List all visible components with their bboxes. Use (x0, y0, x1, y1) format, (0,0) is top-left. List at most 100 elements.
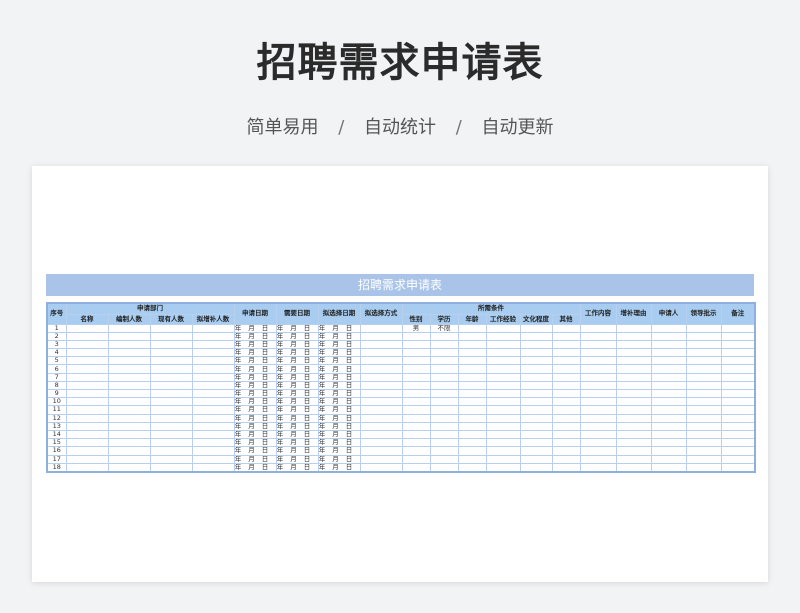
cell-gender[interactable] (401, 380, 431, 391)
cell-gender[interactable] (401, 429, 431, 440)
cell-education[interactable] (429, 388, 459, 399)
cell-dept[interactable] (107, 405, 151, 415)
cell-dept[interactable] (191, 438, 235, 448)
cell-dept[interactable] (107, 364, 151, 374)
cell-education[interactable] (429, 405, 459, 415)
cell-info[interactable] (650, 323, 687, 333)
cell-info[interactable] (720, 421, 756, 431)
cell-condition[interactable] (485, 429, 521, 440)
cell-gender[interactable] (401, 331, 431, 341)
cell-info[interactable] (579, 323, 617, 333)
cell-date[interactable]: 年月日 (317, 388, 361, 399)
cell-select-method[interactable] (359, 413, 403, 423)
cell-info[interactable] (685, 454, 722, 464)
cell-condition[interactable] (551, 348, 581, 358)
cell-dept[interactable] (191, 429, 235, 440)
cell-info[interactable] (685, 397, 722, 407)
cell-condition[interactable] (519, 339, 553, 350)
cell-education[interactable] (429, 429, 459, 440)
cell-date[interactable]: 年月日 (275, 356, 319, 366)
cell-date[interactable]: 年月日 (233, 348, 277, 358)
cell-info[interactable] (720, 356, 756, 366)
cell-education[interactable] (429, 462, 459, 473)
cell-education[interactable] (429, 454, 459, 464)
cell-dept[interactable] (107, 356, 151, 366)
cell-gender[interactable] (401, 388, 431, 399)
cell-date[interactable]: 年月日 (233, 331, 277, 341)
cell-dept[interactable] (149, 421, 193, 431)
cell-dept[interactable] (149, 364, 193, 374)
cell-gender[interactable] (401, 372, 431, 382)
cell-condition[interactable] (457, 397, 487, 407)
cell-education[interactable] (429, 446, 459, 456)
cell-date[interactable]: 年月日 (233, 413, 277, 423)
cell-dept[interactable] (149, 446, 193, 456)
cell-info[interactable] (685, 446, 722, 456)
cell-dept[interactable] (65, 438, 109, 448)
cell-select-method[interactable] (359, 380, 403, 391)
cell-dept[interactable] (191, 421, 235, 431)
cell-info[interactable] (685, 372, 722, 382)
cell-condition[interactable] (519, 405, 553, 415)
cell-date[interactable]: 年月日 (317, 429, 361, 440)
cell-dept[interactable] (149, 462, 193, 473)
cell-info[interactable] (685, 364, 722, 374)
cell-date[interactable]: 年月日 (233, 454, 277, 464)
cell-gender[interactable] (401, 397, 431, 407)
cell-condition[interactable] (457, 446, 487, 456)
cell-dept[interactable] (149, 454, 193, 464)
cell-condition[interactable] (485, 454, 521, 464)
cell-education[interactable] (429, 397, 459, 407)
cell-date[interactable]: 年月日 (233, 429, 277, 440)
cell-dept[interactable] (65, 323, 109, 333)
cell-date[interactable]: 年月日 (275, 380, 319, 391)
cell-dept[interactable] (65, 421, 109, 431)
cell-education[interactable] (429, 413, 459, 423)
cell-date[interactable]: 年月日 (233, 446, 277, 456)
cell-education[interactable] (429, 372, 459, 382)
cell-date[interactable]: 年月日 (275, 397, 319, 407)
cell-info[interactable] (720, 446, 756, 456)
cell-info[interactable] (685, 339, 722, 350)
cell-info[interactable] (650, 429, 687, 440)
cell-dept[interactable] (191, 323, 235, 333)
cell-condition[interactable] (551, 429, 581, 440)
cell-education[interactable] (429, 438, 459, 448)
cell-info[interactable] (650, 372, 687, 382)
cell-condition[interactable] (551, 380, 581, 391)
cell-condition[interactable] (551, 438, 581, 448)
cell-date[interactable]: 年月日 (275, 331, 319, 341)
cell-date[interactable]: 年月日 (317, 339, 361, 350)
cell-condition[interactable] (485, 397, 521, 407)
cell-info[interactable] (615, 339, 652, 350)
cell-info[interactable] (650, 421, 687, 431)
cell-date[interactable]: 年月日 (233, 356, 277, 366)
cell-dept[interactable] (191, 364, 235, 374)
cell-condition[interactable] (519, 388, 553, 399)
cell-info[interactable] (720, 413, 756, 423)
cell-date[interactable]: 年月日 (275, 446, 319, 456)
cell-date[interactable]: 年月日 (233, 438, 277, 448)
cell-dept[interactable] (65, 454, 109, 464)
cell-select-method[interactable] (359, 323, 403, 333)
cell-condition[interactable] (551, 405, 581, 415)
cell-dept[interactable] (191, 462, 235, 473)
cell-condition[interactable] (457, 323, 487, 333)
cell-dept[interactable] (191, 388, 235, 399)
cell-select-method[interactable] (359, 438, 403, 448)
cell-dept[interactable] (65, 372, 109, 382)
cell-condition[interactable] (485, 421, 521, 431)
cell-dept[interactable] (191, 454, 235, 464)
cell-condition[interactable] (519, 446, 553, 456)
cell-education[interactable] (429, 339, 459, 350)
cell-condition[interactable] (551, 454, 581, 464)
cell-dept[interactable] (107, 413, 151, 423)
cell-dept[interactable] (149, 438, 193, 448)
cell-dept[interactable] (107, 421, 151, 431)
cell-date[interactable]: 年月日 (317, 331, 361, 341)
cell-gender[interactable] (401, 339, 431, 350)
cell-dept[interactable] (65, 388, 109, 399)
cell-info[interactable] (720, 429, 756, 440)
cell-condition[interactable] (519, 462, 553, 473)
cell-select-method[interactable] (359, 462, 403, 473)
